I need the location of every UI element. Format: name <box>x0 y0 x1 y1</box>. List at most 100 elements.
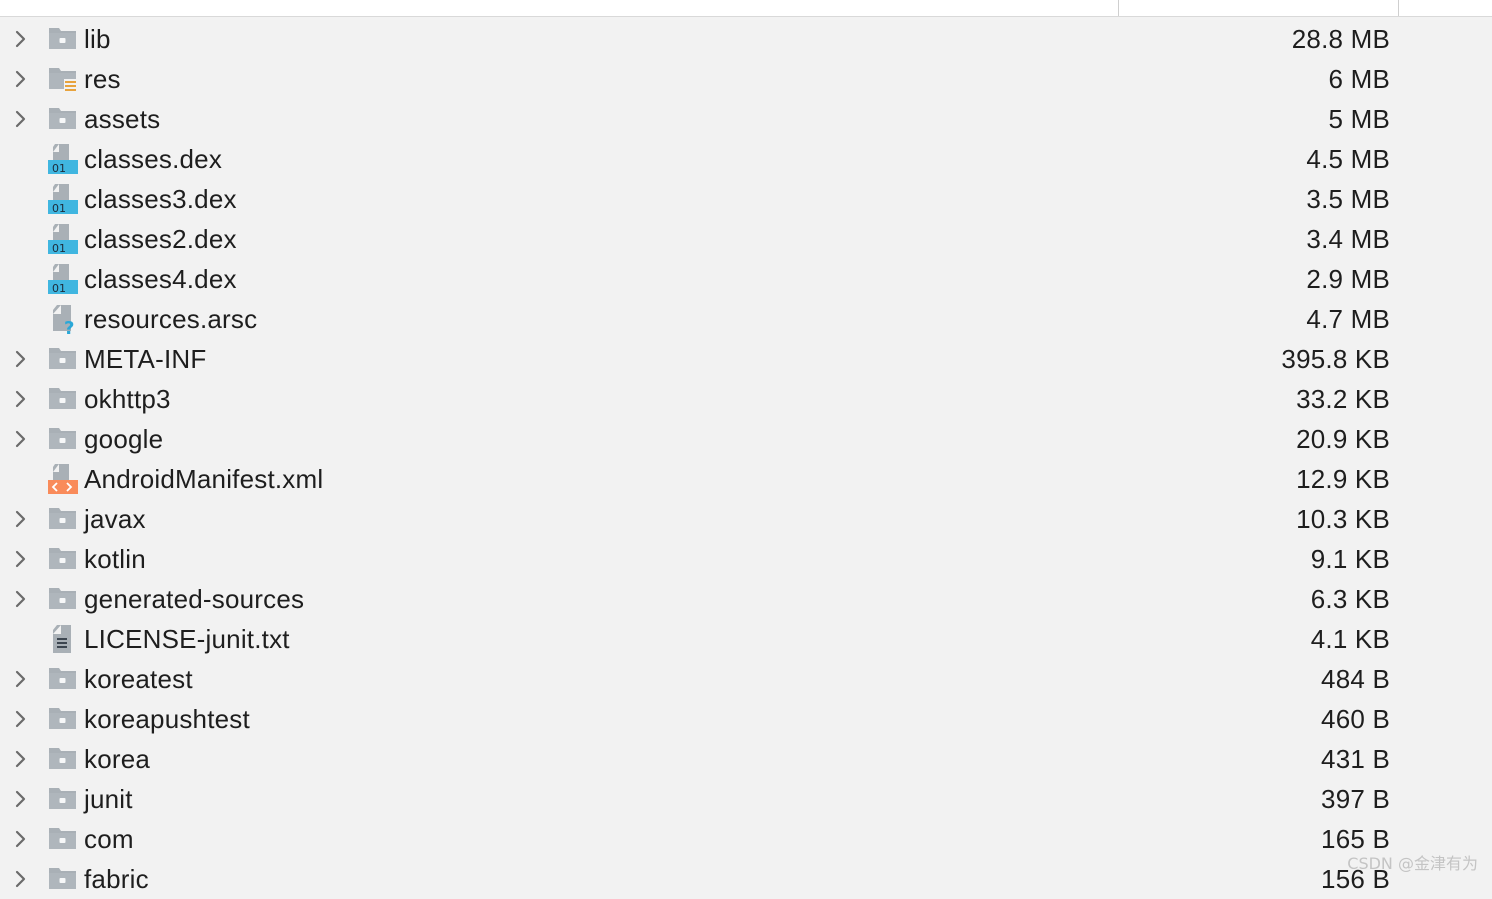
folder-icon <box>47 824 79 854</box>
file-size: 484 B <box>1321 664 1390 694</box>
file-size: 2.9 MB <box>1306 264 1390 294</box>
tree-row[interactable]: javax 10.3 KB <box>0 499 1492 539</box>
tree-row[interactable]: LICENSE-junit.txt 4.1 KB <box>0 619 1492 659</box>
chevron-right-icon[interactable] <box>11 750 29 768</box>
folder-icon <box>47 584 79 614</box>
tree-row[interactable]: fabric 156 B <box>0 859 1492 899</box>
chevron-right-icon[interactable] <box>11 550 29 568</box>
tree-row[interactable]: junit 397 B <box>0 779 1492 819</box>
folder-icon <box>47 344 79 374</box>
file-name: okhttp3 <box>84 384 171 414</box>
folder-icon <box>47 504 79 534</box>
tree-row[interactable]: koreapushtest 460 B <box>0 699 1492 739</box>
xml-file-icon <box>47 464 79 494</box>
file-name: classes2.dex <box>84 224 237 254</box>
dex-file-icon: 01 <box>47 264 79 295</box>
tree-row[interactable]: google 20.9 KB <box>0 419 1492 459</box>
file-size: 460 B <box>1321 704 1390 734</box>
folder-icon <box>47 24 79 54</box>
tree-row[interactable]: 01 classes4.dex 2.9 MB <box>0 259 1492 299</box>
file-size: 6 MB <box>1328 64 1390 94</box>
file-name: META-INF <box>84 344 207 374</box>
chevron-right-icon[interactable] <box>11 70 29 88</box>
folder-icon <box>47 864 79 894</box>
folder-icon <box>47 384 79 414</box>
chevron-right-icon[interactable] <box>11 830 29 848</box>
chevron-right-icon[interactable] <box>11 710 29 728</box>
chevron-right-icon[interactable] <box>11 350 29 368</box>
svg-text:01: 01 <box>52 242 66 254</box>
tree-row[interactable]: 01 classes2.dex 3.4 MB <box>0 219 1492 259</box>
chevron-right-icon[interactable] <box>11 870 29 888</box>
tree-row[interactable]: okhttp3 33.2 KB <box>0 379 1492 419</box>
tree-row[interactable]: kotlin 9.1 KB <box>0 539 1492 579</box>
file-size: 5 MB <box>1328 104 1390 134</box>
tree-row[interactable]: com 165 B <box>0 819 1492 859</box>
chevron-right-icon[interactable] <box>11 30 29 48</box>
resource-folder-icon <box>47 64 79 94</box>
file-name: google <box>84 424 164 454</box>
folder-icon <box>47 784 79 814</box>
file-name: AndroidManifest.xml <box>84 464 324 494</box>
file-name: LICENSE-junit.txt <box>84 624 290 654</box>
file-name: lib <box>84 24 111 54</box>
dex-file-icon: 01 <box>47 144 79 175</box>
file-size: 3.4 MB <box>1306 224 1390 254</box>
svg-text:01: 01 <box>52 282 66 294</box>
tree-row[interactable]: assets 5 MB <box>0 99 1492 139</box>
file-size: 4.1 KB <box>1310 624 1390 654</box>
chevron-right-icon[interactable] <box>11 110 29 128</box>
chevron-right-icon[interactable] <box>11 390 29 408</box>
folder-icon <box>47 704 79 734</box>
chevron-right-icon[interactable] <box>11 430 29 448</box>
file-size: 6.3 KB <box>1310 584 1390 614</box>
file-size: 28.8 MB <box>1291 24 1390 54</box>
chevron-right-icon[interactable] <box>11 670 29 688</box>
chevron-right-icon[interactable] <box>11 590 29 608</box>
svg-text:01: 01 <box>52 162 66 174</box>
file-size: 3.5 MB <box>1306 184 1390 214</box>
file-size: 10.3 KB <box>1296 504 1390 534</box>
file-name: koreapushtest <box>84 704 250 734</box>
file-name: classes3.dex <box>84 184 237 214</box>
folder-icon <box>47 744 79 774</box>
file-size: 4.7 MB <box>1306 304 1390 334</box>
tree-row[interactable]: koreatest 484 B <box>0 659 1492 699</box>
file-name: javax <box>84 504 146 534</box>
column-divider[interactable] <box>1118 0 1119 16</box>
tree-row[interactable]: lib 28.8 MB <box>0 19 1492 59</box>
tree-row[interactable]: generated-sources 6.3 KB <box>0 579 1492 619</box>
svg-text:01: 01 <box>52 202 66 214</box>
file-size: 431 B <box>1321 744 1390 774</box>
column-header <box>0 0 1492 17</box>
apk-file-tree: lib 28.8 MB res 6 MB assets 5 MB 01 classes… <box>0 19 1492 899</box>
file-name: resources.arsc <box>84 304 258 334</box>
tree-row[interactable]: AndroidManifest.xml 12.9 KB <box>0 459 1492 499</box>
tree-row[interactable]: 01 classes3.dex 3.5 MB <box>0 179 1492 219</box>
file-name: korea <box>84 744 151 774</box>
tree-row[interactable]: korea 431 B <box>0 739 1492 779</box>
tree-row[interactable]: ? resources.arsc 4.7 MB <box>0 299 1492 339</box>
tree-row[interactable]: META-INF 395.8 KB <box>0 339 1492 379</box>
file-size: 4.5 MB <box>1306 144 1390 174</box>
file-name: fabric <box>84 864 149 894</box>
file-name: koreatest <box>84 664 193 694</box>
unknown-file-icon: ? <box>47 304 79 339</box>
file-name: com <box>84 824 134 854</box>
file-size: 33.2 KB <box>1296 384 1390 414</box>
column-divider[interactable] <box>1398 0 1399 16</box>
dex-file-icon: 01 <box>47 224 79 255</box>
text-file-icon <box>47 624 79 654</box>
folder-icon <box>47 664 79 694</box>
watermark: CSDN @金津有为 <box>1347 854 1478 873</box>
file-name: classes.dex <box>84 144 223 174</box>
folder-icon <box>47 424 79 454</box>
chevron-right-icon[interactable] <box>11 510 29 528</box>
file-size: 397 B <box>1321 784 1390 814</box>
file-name: assets <box>84 104 161 134</box>
chevron-right-icon[interactable] <box>11 790 29 808</box>
tree-row[interactable]: 01 classes.dex 4.5 MB <box>0 139 1492 179</box>
svg-text:?: ? <box>64 318 74 334</box>
file-size: 20.9 KB <box>1296 424 1390 454</box>
tree-row[interactable]: res 6 MB <box>0 59 1492 99</box>
